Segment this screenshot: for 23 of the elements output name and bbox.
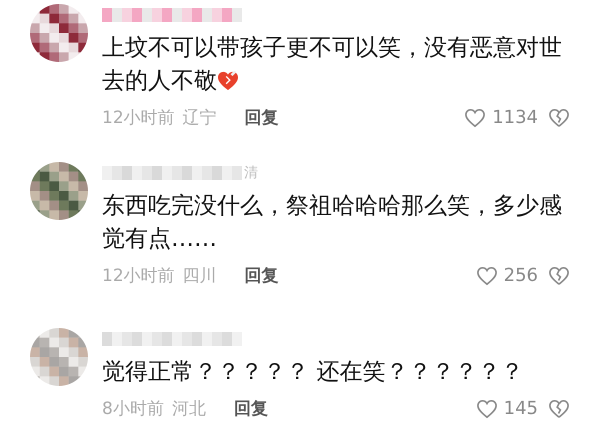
- broken-heart-icon[interactable]: [548, 108, 570, 128]
- reply-button[interactable]: 回复: [244, 264, 279, 287]
- reply-button[interactable]: 回复: [234, 397, 268, 420]
- comment-text: 上坟不可以带孩子更不可以笑，没有恶意对世去的人不敬: [102, 34, 563, 96]
- heart-icon[interactable]: [476, 398, 498, 418]
- comment-location: 四川: [182, 265, 217, 287]
- heart-icon[interactable]: [464, 108, 486, 128]
- comment-time: 12小时前: [102, 265, 175, 287]
- comment-location: 辽宁: [182, 107, 217, 129]
- comment-text: 觉得正常？？？？？ 还在笑？？？？？？: [102, 358, 524, 387]
- username: 清: [244, 164, 258, 182]
- comment-time: 12小时前: [102, 107, 175, 129]
- comment-time: 8小时前: [102, 398, 164, 420]
- like-count: 256: [504, 265, 538, 286]
- mending-heart-icon: [217, 71, 239, 91]
- like-count: 145: [504, 398, 538, 419]
- broken-heart-icon[interactable]: [548, 266, 570, 286]
- heart-icon[interactable]: [476, 266, 498, 286]
- broken-heart-icon[interactable]: [548, 398, 570, 418]
- like-count: 1134: [492, 107, 538, 128]
- comment-text: 东西吃完没什么，祭祖哈哈哈那么笑，多少感觉有点……: [102, 192, 563, 254]
- comment-location: 河北: [172, 398, 206, 420]
- reply-button[interactable]: 回复: [244, 106, 279, 129]
